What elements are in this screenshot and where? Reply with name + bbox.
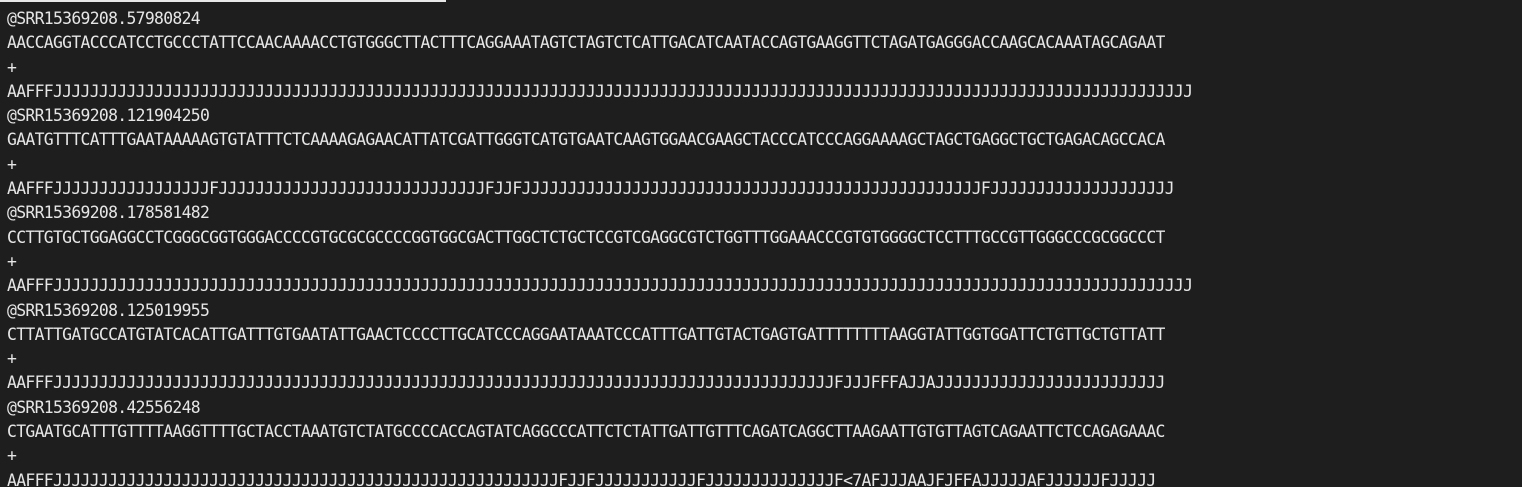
record-header: @SRR15369208.125019955	[7, 300, 210, 320]
record-header: @SRR15369208.178581482	[7, 203, 210, 223]
record-separator: +	[7, 57, 17, 77]
record-quality: AAFFFJJJJJJJJJJJJJJJJJJJJJJJJJJJJJJJJJJJ…	[7, 276, 1193, 296]
record-separator: +	[7, 349, 17, 369]
record-separator: +	[7, 251, 17, 271]
record-sequence: CTTATTGATGCCATGTATCACATTGATTTGTGAATATTGA…	[7, 324, 1165, 344]
record-header: @SRR15369208.57980824	[7, 9, 201, 28]
terminal-output[interactable]: @SRR15369208.57980824 AACCAGGTACCCATCCTG…	[7, 7, 1193, 487]
terminal-window[interactable]: @SRR15369208.57980824 AACCAGGTACCCATCCTG…	[0, 0, 1522, 487]
record-quality: AAFFFJJJJJJJJJJJJJJJJJJJJJJJJJJJJJJJJJJJ…	[7, 470, 1156, 487]
window-edge	[0, 0, 446, 2]
record-separator: +	[7, 446, 17, 466]
record-sequence: AACCAGGTACCCATCCTGCCCTATTCCAACAAAACCTGTG…	[7, 33, 1165, 53]
record-quality: AAFFFJJJJJJJJJJJJJJJJJJJJJJJJJJJJJJJJJJJ…	[7, 373, 1165, 393]
record-header: @SRR15369208.121904250	[7, 106, 210, 126]
record-sequence: CCTTGTGCTGGAGGCCTCGGGCGGTGGGACCCCGTGCGCG…	[7, 227, 1165, 247]
record-header: @SRR15369208.42556248	[7, 397, 201, 417]
record-sequence: CTGAATGCATTTGTTTTAAGGTTTTGCTACCTAAATGTCT…	[7, 422, 1165, 442]
record-separator: +	[7, 154, 17, 174]
record-sequence: GAATGTTTCATTTGAATAAAAAGTGTATTTCTCAAAAGAG…	[7, 130, 1165, 150]
record-quality: AAFFFJJJJJJJJJJJJJJJJJJJJJJJJJJJJJJJJJJJ…	[7, 81, 1193, 101]
record-quality: AAFFFJJJJJJJJJJJJJJJJJFJJJJJJJJJJJJJJJJJ…	[7, 179, 1175, 199]
